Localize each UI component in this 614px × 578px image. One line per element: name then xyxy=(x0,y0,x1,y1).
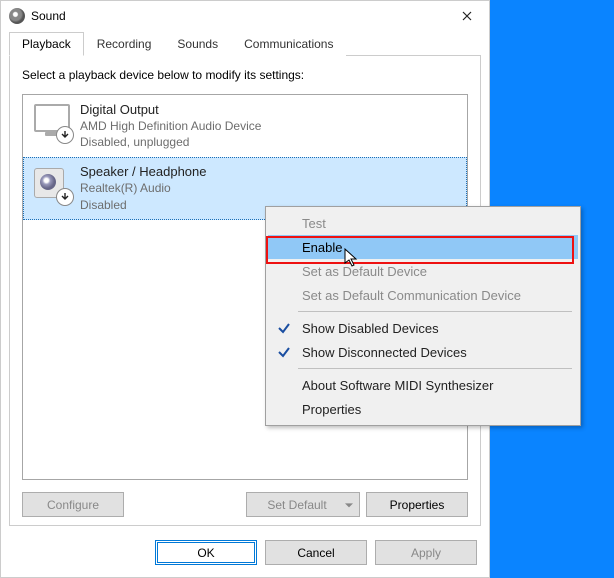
tab-row: Playback Recording Sounds Communications xyxy=(9,31,481,56)
menu-properties[interactable]: Properties xyxy=(268,397,578,421)
device-digital-output[interactable]: Digital Output AMD High Definition Audio… xyxy=(23,95,467,157)
down-arrow-icon xyxy=(60,192,70,202)
menu-separator xyxy=(298,311,572,312)
monitor-icon xyxy=(28,102,76,142)
device-title: Speaker / Headphone xyxy=(80,164,206,179)
device-status: Disabled xyxy=(80,197,206,213)
tab-recording[interactable]: Recording xyxy=(84,32,165,56)
dialog-buttons: OK Cancel Apply xyxy=(1,534,489,577)
close-button[interactable] xyxy=(444,1,489,31)
menu-label: Show Disconnected Devices xyxy=(302,345,467,360)
device-text: Speaker / Headphone Realtek(R) Audio Dis… xyxy=(76,164,206,212)
menu-set-comm-default[interactable]: Set as Default Communication Device xyxy=(268,283,578,307)
close-icon xyxy=(462,11,472,21)
device-buttons: Configure Set Default Properties xyxy=(22,492,468,517)
down-arrow-icon xyxy=(60,130,70,140)
check-icon xyxy=(277,321,291,335)
properties-button[interactable]: Properties xyxy=(366,492,468,517)
device-text: Digital Output AMD High Definition Audio… xyxy=(76,102,261,150)
window-title: Sound xyxy=(31,9,444,23)
apply-button[interactable]: Apply xyxy=(375,540,477,565)
set-default-button[interactable]: Set Default xyxy=(246,492,360,517)
instruction-text: Select a playback device below to modify… xyxy=(22,68,468,82)
ok-button[interactable]: OK xyxy=(155,540,257,565)
menu-show-disabled[interactable]: Show Disabled Devices xyxy=(268,316,578,340)
device-sub: Realtek(R) Audio xyxy=(80,180,206,196)
speaker-icon xyxy=(28,164,76,204)
configure-button[interactable]: Configure xyxy=(22,492,124,517)
menu-separator xyxy=(298,368,572,369)
tab-sounds[interactable]: Sounds xyxy=(164,32,231,56)
sound-icon xyxy=(9,8,25,24)
menu-about-midi[interactable]: About Software MIDI Synthesizer xyxy=(268,373,578,397)
tab-communications[interactable]: Communications xyxy=(231,32,346,56)
context-menu: Test Enable Set as Default Device Set as… xyxy=(265,206,581,426)
menu-set-default[interactable]: Set as Default Device xyxy=(268,259,578,283)
device-status: Disabled, unplugged xyxy=(80,134,261,150)
menu-label: Show Disabled Devices xyxy=(302,321,439,336)
tab-playback[interactable]: Playback xyxy=(9,32,84,56)
titlebar: Sound xyxy=(1,1,489,31)
menu-enable[interactable]: Enable xyxy=(268,235,578,259)
cancel-button[interactable]: Cancel xyxy=(265,540,367,565)
check-icon xyxy=(277,345,291,359)
device-title: Digital Output xyxy=(80,102,261,117)
menu-show-disconnected[interactable]: Show Disconnected Devices xyxy=(268,340,578,364)
menu-test[interactable]: Test xyxy=(268,211,578,235)
device-sub: AMD High Definition Audio Device xyxy=(80,118,261,134)
